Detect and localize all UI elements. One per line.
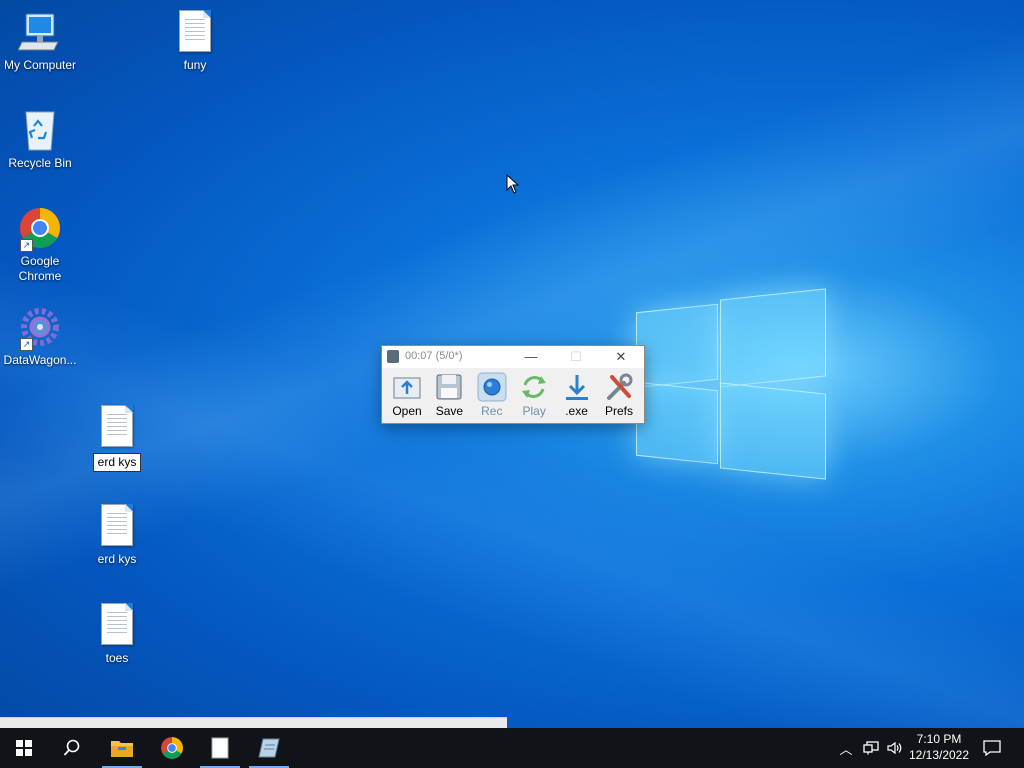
desktop-icon-label: erd kys <box>97 552 137 566</box>
windows-start-icon <box>16 740 32 756</box>
rec-label: Rec <box>481 404 503 418</box>
desktop-icon-label: Recycle Bin <box>8 156 72 170</box>
floppy-disk-icon <box>434 372 464 402</box>
desktop-icon-erd-kys-renaming[interactable]: erd kys <box>77 405 157 472</box>
taskbar-clock[interactable]: 7:10 PM 12/13/2022 <box>904 731 974 763</box>
desktop-icon-label-line2: Chrome <box>18 269 62 283</box>
desktop-icon-label: funy <box>183 58 207 72</box>
open-folder-icon <box>392 372 422 402</box>
recorder-toolbar: Open Save Rec Play .exe Prefs <box>386 372 640 418</box>
rec-button[interactable]: Rec <box>471 372 513 418</box>
desktop-icon-label: My Computer <box>3 58 77 72</box>
record-icon <box>477 372 507 402</box>
desktop-icon-funy[interactable]: funy <box>155 10 235 73</box>
network-icon <box>863 741 879 755</box>
windows-logo-wallpaper <box>636 288 826 480</box>
folder-icon <box>111 741 133 757</box>
close-button[interactable]: ✕ <box>601 346 641 368</box>
rename-input[interactable]: erd kys <box>92 453 142 472</box>
action-center-button[interactable] <box>978 728 1006 768</box>
show-hidden-icons-button[interactable]: ︿ <box>836 728 856 768</box>
save-label: Save <box>435 404 464 418</box>
chrome-icon: ↗ <box>18 206 62 252</box>
desktop-icon-label-line1: Google <box>20 254 60 268</box>
clock-date: 12/13/2022 <box>908 748 970 762</box>
save-button[interactable]: Save <box>428 372 470 418</box>
shortcut-arrow-icon: ↗ <box>20 239 33 252</box>
exe-button[interactable]: .exe <box>556 372 598 418</box>
open-button[interactable]: Open <box>386 372 428 418</box>
shortcut-arrow-icon: ↗ <box>20 338 33 351</box>
desktop-icon-recycle-bin[interactable]: Recycle Bin <box>0 108 80 171</box>
recorder-app-icon <box>387 350 399 363</box>
tools-wrench-icon <box>604 372 634 402</box>
taskbar-chrome[interactable] <box>148 728 196 768</box>
network-button[interactable] <box>860 728 882 768</box>
maximize-button: ☐ <box>570 349 582 364</box>
minimize-button[interactable]: — <box>511 346 551 368</box>
play-label: Play <box>522 404 546 418</box>
taskbar-notepad[interactable] <box>196 728 244 768</box>
document-icon <box>211 737 229 759</box>
prefs-button[interactable]: Prefs <box>598 372 640 418</box>
text-file-icon <box>95 405 139 449</box>
notification-icon <box>983 740 1001 756</box>
taskbar-recorder[interactable] <box>245 728 293 768</box>
recorder-app-icon <box>258 738 280 758</box>
text-file-icon <box>95 603 139 647</box>
desktop-icon-google-chrome[interactable]: ↗ Google Chrome <box>0 206 80 284</box>
recorder-title: 00:07 (5/0*) <box>405 350 463 362</box>
chevron-up-icon: ︿ <box>839 741 853 757</box>
desktop-icon-label: DataWagon... <box>3 353 77 367</box>
desktop-icon-erd-kys[interactable]: erd kys <box>77 504 157 567</box>
datawagon-gear-icon: ↗ <box>18 305 62 351</box>
recorder-window: 00:07 (5/0*) — ☐ ✕ Open Save Rec Play .e… <box>381 345 645 424</box>
search-button[interactable] <box>48 728 96 768</box>
open-label: Open <box>392 404 422 418</box>
desktop-icon-datawagon[interactable]: ↗ DataWagon... <box>0 305 80 368</box>
play-loop-icon <box>519 372 549 402</box>
clock-time: 7:10 PM <box>916 732 962 746</box>
play-button[interactable]: Play <box>513 372 555 418</box>
volume-button[interactable] <box>884 728 906 768</box>
text-file-icon <box>95 504 139 548</box>
recycle-bin-icon <box>18 108 62 152</box>
desktop-icon-my-computer[interactable]: My Computer <box>0 10 80 73</box>
text-file-icon <box>173 10 217 54</box>
start-button[interactable] <box>0 728 48 768</box>
desktop-icon-toes[interactable]: toes <box>77 603 157 666</box>
chrome-icon <box>161 737 183 759</box>
desktop-icon-label: toes <box>105 651 129 665</box>
taskbar-file-explorer[interactable] <box>98 728 146 768</box>
speaker-icon <box>887 741 902 755</box>
download-arrow-icon <box>562 372 592 402</box>
exe-label: .exe <box>565 404 588 418</box>
taskbar: ︿ 7:10 PM 12/13/2022 <box>0 728 1024 768</box>
search-icon <box>63 739 80 756</box>
prefs-label: Prefs <box>604 404 633 418</box>
computer-icon <box>17 10 62 54</box>
recorder-titlebar[interactable]: 00:07 (5/0*) — ☐ ✕ <box>382 346 644 368</box>
